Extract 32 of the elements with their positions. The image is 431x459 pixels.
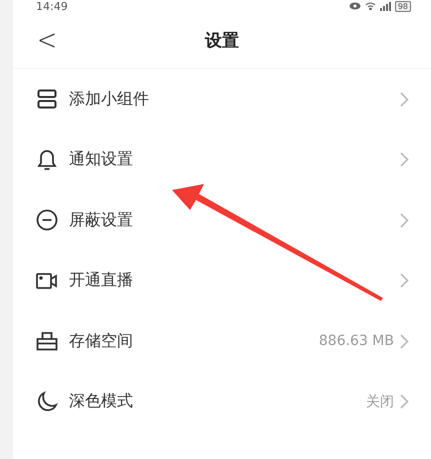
- settings-row[interactable]: 屏蔽设置: [13, 190, 431, 250]
- chevron-icon: [400, 394, 409, 410]
- bell-icon: [35, 148, 59, 171]
- storage-icon: [35, 331, 59, 352]
- chevron-icon: [400, 92, 409, 107]
- row-label: 开通直播: [69, 270, 134, 292]
- chevron-icon: [400, 212, 409, 228]
- row-label: 深色模式: [69, 391, 134, 412]
- settings-row[interactable]: 存储空间 886.63 MB: [13, 311, 431, 372]
- signal-icon: [380, 2, 391, 10]
- chevron-icon: [400, 334, 409, 349]
- moon-icon: [35, 390, 59, 413]
- settings-row[interactable]: 深色模式 关闭: [13, 372, 431, 432]
- row-label: 存储空间: [69, 330, 134, 352]
- row-label: 通知设置: [69, 149, 134, 170]
- block-icon: [35, 209, 59, 232]
- settings-row[interactable]: 通知设置: [13, 130, 431, 190]
- camera-icon: [35, 272, 59, 290]
- wifi-icon: [364, 2, 376, 10]
- row-label: 添加小组件: [69, 88, 150, 110]
- battery-level: 98: [394, 0, 411, 12]
- chevron-icon: [400, 273, 409, 288]
- row-value: 关闭: [366, 392, 394, 411]
- chevron-icon: [400, 152, 409, 168]
- row-value: 886.63 MB: [318, 333, 394, 350]
- widget-icon: [35, 89, 59, 110]
- back-button[interactable]: <: [33, 23, 62, 57]
- settings-row[interactable]: 开通直播: [13, 250, 431, 311]
- status-time: 14:49: [36, 0, 68, 12]
- page-title: 设置: [205, 30, 239, 52]
- settings-row[interactable]: 添加小组件: [13, 69, 431, 130]
- row-label: 屏蔽设置: [69, 210, 134, 231]
